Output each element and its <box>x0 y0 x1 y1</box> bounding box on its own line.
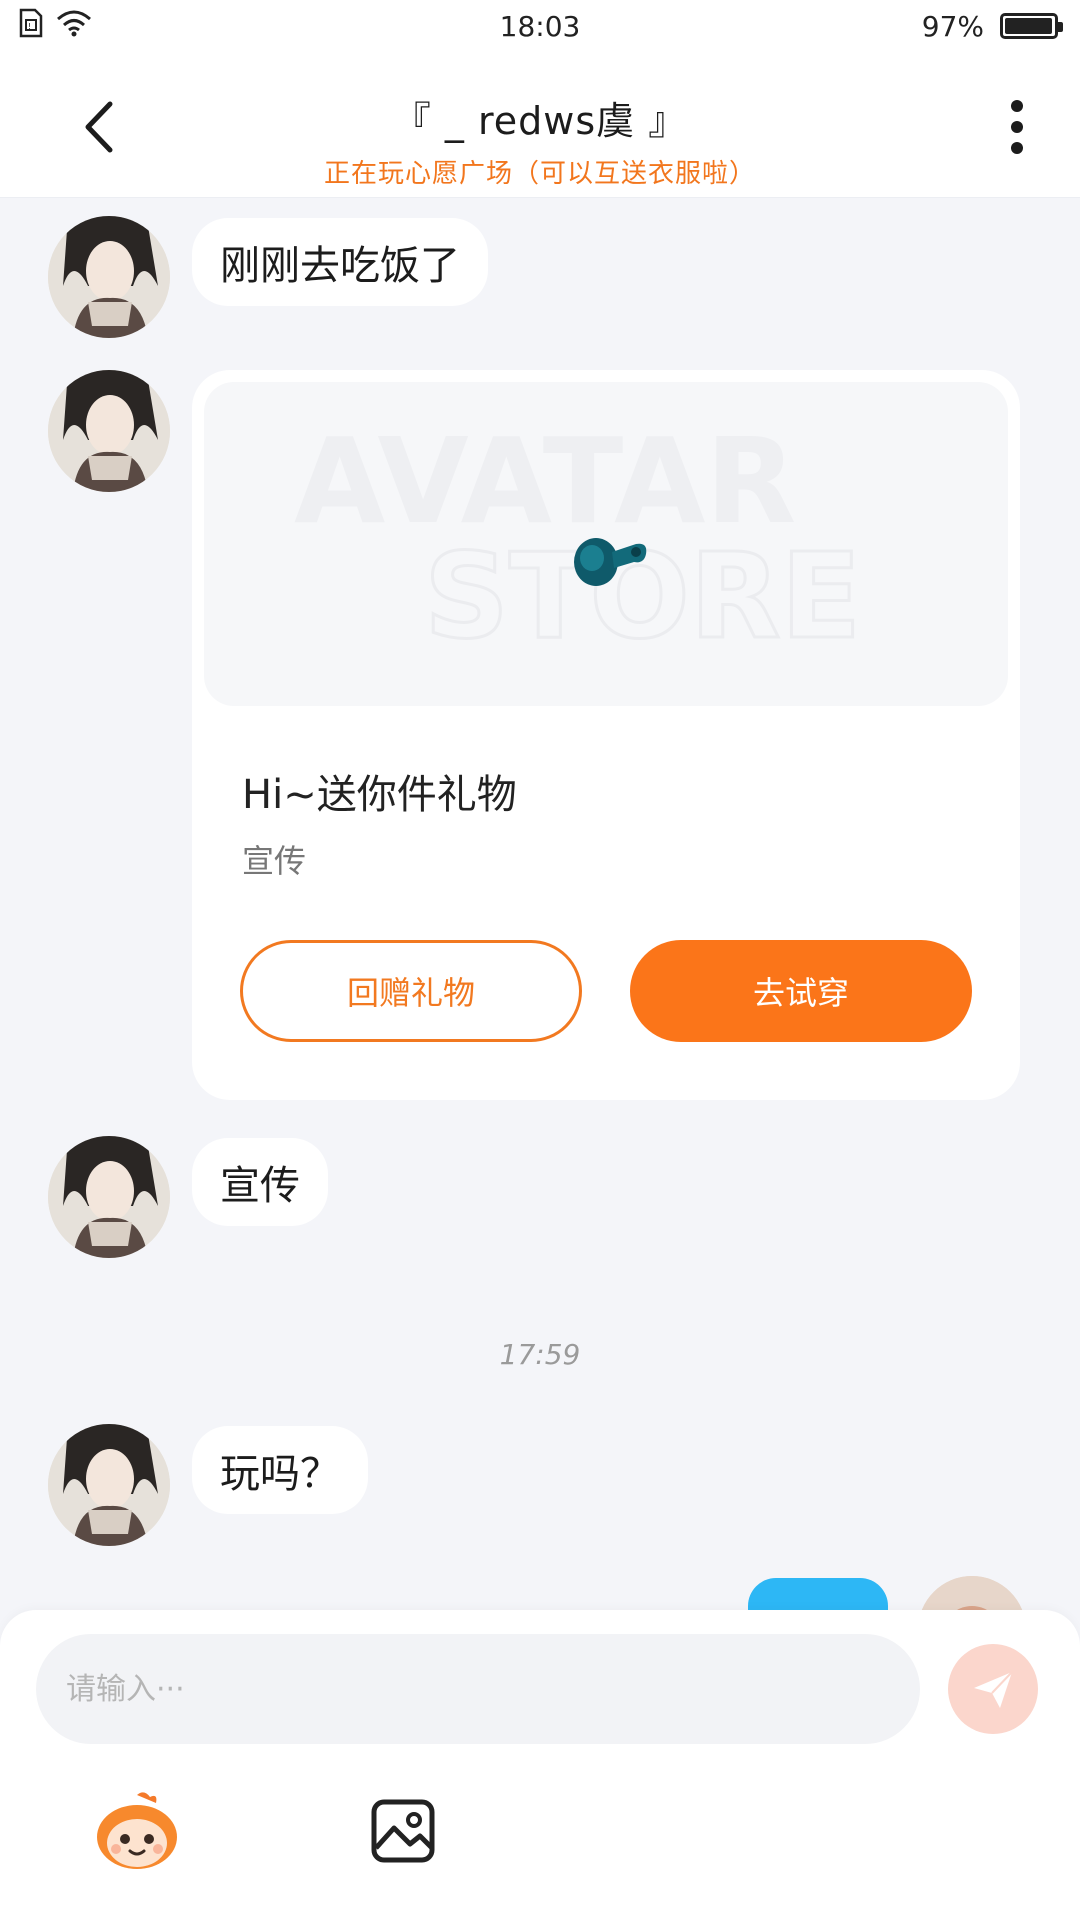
composer <box>0 1610 1080 1920</box>
header-title-area: 『 _ redws虞 』 正在玩心愿广场（可以互送衣服啦） <box>200 90 880 190</box>
status-time: 18:03 <box>499 9 581 43</box>
chat-status-subtitle: 正在玩心愿广场（可以互送衣服啦） <box>323 159 756 189</box>
chat-header: 『 _ redws虞 』 正在玩心愿广场（可以互送衣服啦） <box>0 52 1080 198</box>
contact-avatar[interactable] <box>48 216 170 338</box>
contact-avatar[interactable] <box>48 1424 170 1546</box>
gift-banner: AVATAR STORE <box>204 382 1008 706</box>
contact-avatar[interactable] <box>48 370 170 492</box>
more-button[interactable] <box>992 92 1042 162</box>
battery-icon <box>1000 13 1063 39</box>
chevron-left-icon <box>85 101 113 153</box>
battery-fill <box>1005 18 1052 34</box>
my-avatar[interactable] <box>918 1576 1026 1610</box>
sim-icon: ! <box>18 8 44 45</box>
my-message-bubble[interactable] <box>748 1578 888 1610</box>
return-gift-button[interactable]: 回赠礼物 <box>240 940 582 1042</box>
message-bubble[interactable]: 刚刚去吃饭了 <box>192 218 488 306</box>
wifi-icon <box>56 9 92 44</box>
message-list[interactable]: 刚刚去吃饭了 AVATAR STORE Hi~送你件礼物 宣传 回赠礼物 去试穿… <box>0 198 1080 1610</box>
gift-subtitle: 宣传 <box>242 842 307 880</box>
chat-title: 『 _ redws虞 』 <box>392 99 688 143</box>
contact-avatar[interactable] <box>48 1136 170 1258</box>
vertical-dots-icon <box>1011 100 1023 154</box>
gift-title: Hi~送你件礼物 <box>242 772 517 818</box>
message-bubble[interactable]: 宣传 <box>192 1138 328 1226</box>
status-left: ! <box>18 8 92 45</box>
paper-plane-icon <box>974 1671 1013 1708</box>
message-input[interactable] <box>36 1634 920 1744</box>
image-icon <box>371 1799 435 1863</box>
time-divider: 17:59 <box>499 1338 581 1371</box>
back-button[interactable] <box>68 92 128 162</box>
image-button[interactable] <box>358 1786 448 1876</box>
emoji-button[interactable] <box>92 1786 182 1876</box>
status-right: 97% <box>921 9 1063 43</box>
pacifier-icon <box>574 538 647 586</box>
try-on-button[interactable]: 去试穿 <box>630 940 972 1042</box>
gift-card[interactable]: AVATAR STORE Hi~送你件礼物 宣传 回赠礼物 去试穿 <box>192 370 1020 1100</box>
send-button[interactable] <box>948 1644 1038 1734</box>
battery-percent: 97% <box>921 9 984 43</box>
svg-text:!: ! <box>28 22 31 31</box>
message-bubble[interactable]: 玩吗？ <box>192 1426 368 1514</box>
mascot-face-icon <box>97 1792 177 1869</box>
status-bar: ! 18:03 97% <box>0 0 1080 52</box>
